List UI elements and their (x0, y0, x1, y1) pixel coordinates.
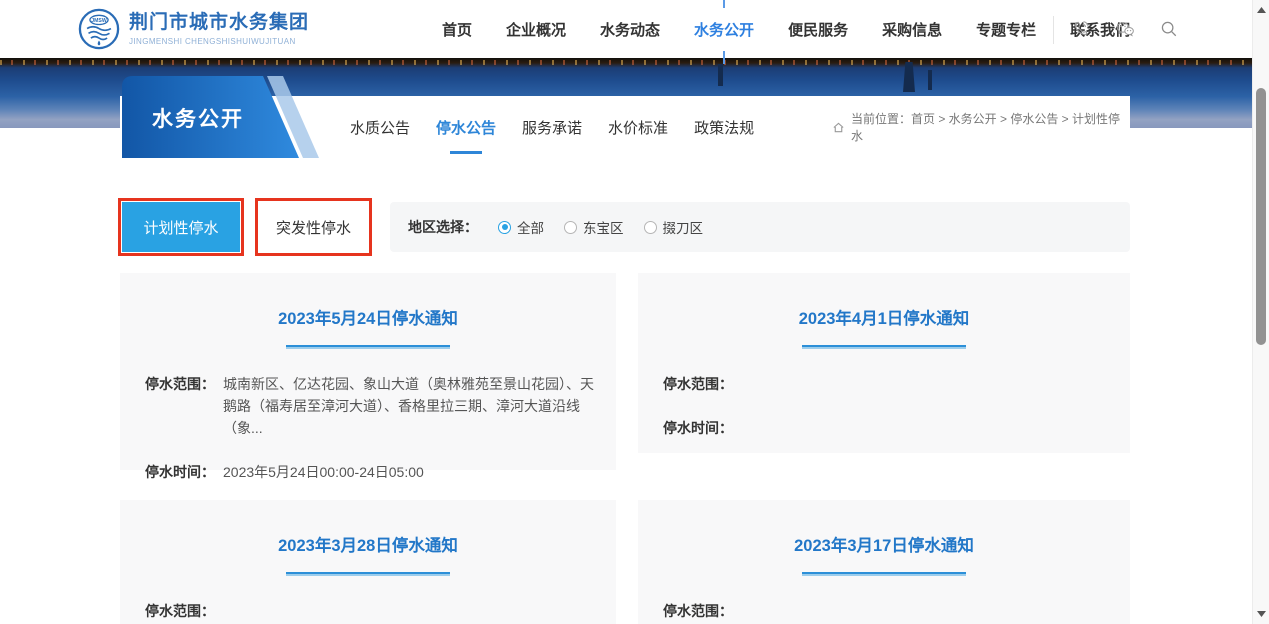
scroll-up-arrow-icon[interactable] (1253, 2, 1269, 18)
notice-title-link[interactable]: 2023年3月28日停水通知 (120, 532, 616, 556)
annotation-box-planned-tab: 计划性停水 (118, 198, 244, 256)
region-filter-label: 地区选择： (408, 217, 478, 237)
title-underline (286, 345, 450, 349)
nav-item-news[interactable]: 水务动态 (598, 19, 662, 40)
notice-time-row: 停水时间： (638, 417, 1130, 439)
nav-item-procurement[interactable]: 采购信息 (880, 19, 944, 40)
subnav-item-water-price[interactable]: 水价标准 (608, 96, 668, 158)
time-label: 停水时间： (145, 461, 223, 483)
subnav-item-water-quality[interactable]: 水质公告 (350, 96, 410, 158)
header-icons (1072, 0, 1178, 58)
bridge-silhouette (903, 62, 915, 92)
breadcrumb-text[interactable]: 当前位置：首页 > 水务公开 > 停水公告 > 计划性停水 (851, 110, 1132, 144)
title-underline (802, 572, 966, 576)
notice-title-link[interactable]: 2023年5月24日停水通知 (120, 305, 616, 329)
scope-value (223, 600, 600, 622)
radio-unselected-icon[interactable] (644, 221, 657, 234)
logo-text: 荆门市城市水务集团 JINGMENSHI CHENGSHISHUIWUJITUA… (129, 12, 309, 46)
notice-scope-row: 停水范围： (120, 600, 616, 622)
radio-unselected-icon[interactable] (564, 221, 577, 234)
breadcrumb: 当前位置：首页 > 水务公开 > 停水公告 > 计划性停水 (832, 96, 1132, 158)
notice-title-link[interactable]: 2023年3月17日停水通知 (638, 532, 1130, 556)
logo-subtitle: JINGMENSHI CHENGSHISHUIWUJITUAN (129, 37, 309, 46)
title-underline (802, 345, 966, 349)
notice-card: 2023年4月1日停水通知 停水范围： 停水时间： (638, 273, 1130, 453)
search-icon[interactable] (1160, 20, 1178, 38)
scope-value: 城南新区、亿达花园、象山大道（奥林雅苑至景山花园）、天鹅路（福寿居至漳河大道）、… (223, 373, 600, 439)
tab-sudden-outage[interactable]: 突发性停水 (259, 202, 368, 252)
section-title: 水务公开 (152, 103, 244, 133)
nav-item-topics[interactable]: 专题专栏 (974, 19, 1038, 40)
subnav-item-policy[interactable]: 政策法规 (694, 96, 754, 158)
notice-scope-row: 停水范围： (638, 373, 1130, 395)
nav-item-home[interactable]: 首页 (440, 19, 474, 40)
vertical-scrollbar[interactable] (1252, 0, 1269, 624)
nav-item-company[interactable]: 企业概况 (504, 19, 568, 40)
header-divider (1053, 16, 1054, 44)
time-value: 2023年5月24日00:00-24日05:00 (223, 461, 600, 483)
home-icon (832, 121, 845, 134)
scroll-down-arrow-icon[interactable] (1253, 606, 1269, 622)
region-radio-all[interactable]: 全部 (498, 217, 544, 237)
annotation-box-sudden-tab: 突发性停水 (255, 198, 372, 256)
notice-card: 2023年5月24日停水通知 停水范围： 城南新区、亿达花园、象山大道（奥林雅苑… (120, 273, 616, 470)
time-value (741, 417, 1114, 439)
bridge-silhouette (718, 64, 723, 86)
subnav-item-outage-notice[interactable]: 停水公告 (436, 96, 496, 158)
region-radio-duodao[interactable]: 掇刀区 (644, 217, 704, 237)
scope-label: 停水范围： (145, 600, 223, 622)
main-nav: 首页 企业概况 水务动态 水务公开 便民服务 采购信息 专题专栏 联系我们 (440, 0, 1132, 58)
scrollbar-thumb[interactable] (1256, 88, 1266, 345)
scope-label: 停水范围： (663, 373, 741, 395)
notice-scope-row: 停水范围： (638, 600, 1130, 622)
bridge-silhouette (928, 70, 932, 90)
radio-selected-icon[interactable] (498, 221, 511, 234)
nav-item-disclosure[interactable]: 水务公开 (692, 19, 756, 40)
nav-item-services[interactable]: 便民服务 (786, 19, 850, 40)
subnav-item-service-promise[interactable]: 服务承诺 (522, 96, 582, 158)
scope-label: 停水范围： (663, 600, 741, 622)
tab-planned-outage[interactable]: 计划性停水 (122, 202, 240, 252)
scope-label: 停水范围： (145, 373, 223, 439)
time-label: 停水时间： (663, 417, 741, 439)
notice-card: 2023年3月28日停水通知 停水范围： (120, 500, 616, 624)
phone-icon[interactable] (1072, 20, 1090, 38)
scope-value (741, 600, 1114, 622)
site-header: JMSW 荆门市城市水务集团 JINGMENSHI CHENGSHISHUIWU… (0, 0, 1252, 58)
logo-title: 荆门市城市水务集团 (129, 12, 309, 34)
scope-value (741, 373, 1114, 395)
notice-time-row: 停水时间： 2023年5月24日00:00-24日05:00 (120, 461, 616, 483)
wechat-icon[interactable] (1116, 20, 1134, 38)
region-filter-bar: 地区选择： 全部 东宝区 掇刀区 (390, 202, 1130, 252)
logo-water-icon: JMSW (78, 8, 120, 50)
page: JMSW 荆门市城市水务集团 JINGMENSHI CHENGSHISHUIWU… (0, 0, 1269, 624)
title-underline (286, 572, 450, 576)
notice-card: 2023年3月17日停水通知 停水范围： (638, 500, 1130, 624)
section-subnav: 水质公告 停水公告 服务承诺 水价标准 政策法规 (350, 96, 754, 158)
notice-scope-row: 停水范围： 城南新区、亿达花园、象山大道（奥林雅苑至景山花园）、天鹅路（福寿居至… (120, 373, 616, 439)
section-title-block: 水务公开 (122, 76, 322, 158)
site-logo[interactable]: JMSW 荆门市城市水务集团 JINGMENSHI CHENGSHISHUIWU… (78, 8, 309, 50)
banner-city-lights (0, 60, 1252, 65)
svg-text:JMSW: JMSW (91, 18, 107, 24)
region-radio-dongbao[interactable]: 东宝区 (564, 217, 624, 237)
notice-title-link[interactable]: 2023年4月1日停水通知 (638, 305, 1130, 329)
